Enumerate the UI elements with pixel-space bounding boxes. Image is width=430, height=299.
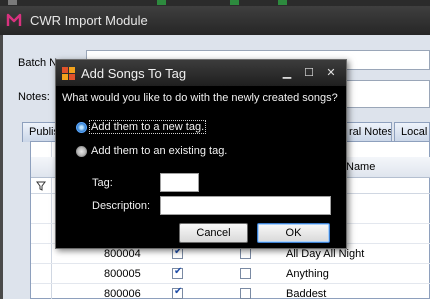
song-id: 800005 <box>104 268 141 280</box>
row-checkbox[interactable] <box>240 248 251 259</box>
song-name: All Day All Night <box>286 248 365 260</box>
row-checkbox[interactable] <box>172 246 183 259</box>
row-checkbox[interactable] <box>172 266 183 279</box>
cancel-button[interactable]: Cancel <box>179 223 248 243</box>
tab-local[interactable]: Local <box>394 122 430 142</box>
ok-button[interactable]: OK <box>257 223 330 243</box>
tab-publishers[interactable]: Publis <box>22 122 56 142</box>
column-header-name[interactable]: Name <box>346 161 375 173</box>
song-name: Anything <box>286 268 329 280</box>
music-app-icon <box>6 13 22 26</box>
row-checkbox[interactable] <box>240 288 251 299</box>
row-checkbox[interactable] <box>240 268 251 279</box>
song-id: 800004 <box>104 248 141 260</box>
main-window-titlebar[interactable]: CWR Import Module <box>0 6 430 35</box>
add-songs-to-tag-dialog: Add Songs To Tag ▁ ☐ ✕ What would you li… <box>55 59 347 249</box>
table-row[interactable]: 800006 Baddest <box>31 284 430 299</box>
notes-label: Notes: <box>18 91 50 103</box>
tab-general-notes[interactable]: ral Notes <box>342 122 392 142</box>
tag-label: Tag: <box>92 177 113 189</box>
table-row[interactable]: 800005 Anything <box>31 264 430 284</box>
radio-existing-tag-label[interactable]: Add them to an existing tag. <box>91 145 227 157</box>
dialog-titlebar[interactable]: Add Songs To Tag ▁ ☐ ✕ <box>56 60 346 86</box>
dialog-app-icon <box>62 67 75 80</box>
radio-existing-tag[interactable] <box>76 146 87 157</box>
dialog-question: What would you like to do with the newly… <box>62 92 338 104</box>
song-id: 800006 <box>104 288 141 299</box>
maximize-button[interactable]: ☐ <box>299 64 319 82</box>
dialog-body: What would you like to do with the newly… <box>56 86 346 248</box>
tag-input[interactable] <box>160 173 199 192</box>
song-name: Baddest <box>286 288 327 299</box>
main-window-title: CWR Import Module <box>30 13 148 28</box>
close-button[interactable]: ✕ <box>321 64 341 82</box>
filter-icon[interactable] <box>36 181 46 191</box>
dialog-title: Add Songs To Tag <box>81 66 187 81</box>
description-input[interactable] <box>160 196 331 215</box>
description-label: Description: <box>92 200 151 212</box>
minimize-button[interactable]: ▁ <box>277 64 297 82</box>
radio-new-tag-label[interactable]: Add them to a new tag. <box>88 120 207 134</box>
radio-new-tag[interactable] <box>76 122 87 133</box>
row-checkbox[interactable] <box>172 286 183 299</box>
